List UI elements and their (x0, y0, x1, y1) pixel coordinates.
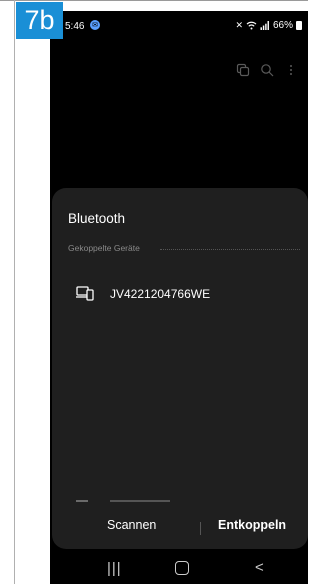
top-actions (236, 63, 298, 77)
mute-icon: ✕ (235, 20, 243, 30)
step-badge: 7b (16, 2, 63, 39)
phone-screen: 5:46 ✉ ✕ 66% Bluetooth Gekoppelte Geräte… (50, 11, 308, 584)
sheet-actions: Scannen Entkoppeln (52, 516, 308, 540)
home-button[interactable] (175, 561, 189, 575)
clipped-device-row (72, 498, 192, 504)
layers-icon[interactable] (236, 63, 250, 77)
section-divider (160, 249, 300, 250)
search-icon[interactable] (260, 63, 274, 77)
device-name: JV4221204766WE (110, 287, 211, 301)
clipped-device-name (110, 500, 170, 502)
battery-percent: 66% (272, 20, 293, 31)
device-row[interactable]: JV4221204766WE (52, 280, 308, 310)
wifi-icon (246, 21, 257, 30)
status-time: 5:46 (65, 21, 85, 32)
bluetooth-sheet: Bluetooth Gekoppelte Geräte JV4221204766… (52, 188, 308, 549)
battery-icon (296, 21, 302, 30)
back-button[interactable]: < (255, 559, 264, 576)
notification-icon: ✉ (90, 20, 100, 30)
recent-apps-button[interactable]: ||| (107, 560, 122, 577)
status-bar: 5:46 ✉ ✕ 66% (50, 11, 308, 39)
clipped-device-icon (76, 500, 88, 502)
more-vert-icon[interactable] (284, 63, 298, 77)
navigation-bar: ||| < (50, 556, 308, 584)
status-indicators: ✕ 66% (235, 20, 302, 31)
scan-button[interactable]: Scannen (107, 518, 156, 532)
action-divider (200, 522, 201, 535)
frame-top-line (0, 0, 308, 1)
disconnect-button[interactable]: Entkoppeln (218, 518, 286, 532)
paired-devices-label: Gekoppelte Geräte (68, 243, 140, 253)
signal-icon (260, 21, 269, 30)
sheet-title: Bluetooth (68, 211, 126, 226)
frame-left-line (14, 0, 15, 584)
laptop-phone-icon (76, 286, 94, 301)
